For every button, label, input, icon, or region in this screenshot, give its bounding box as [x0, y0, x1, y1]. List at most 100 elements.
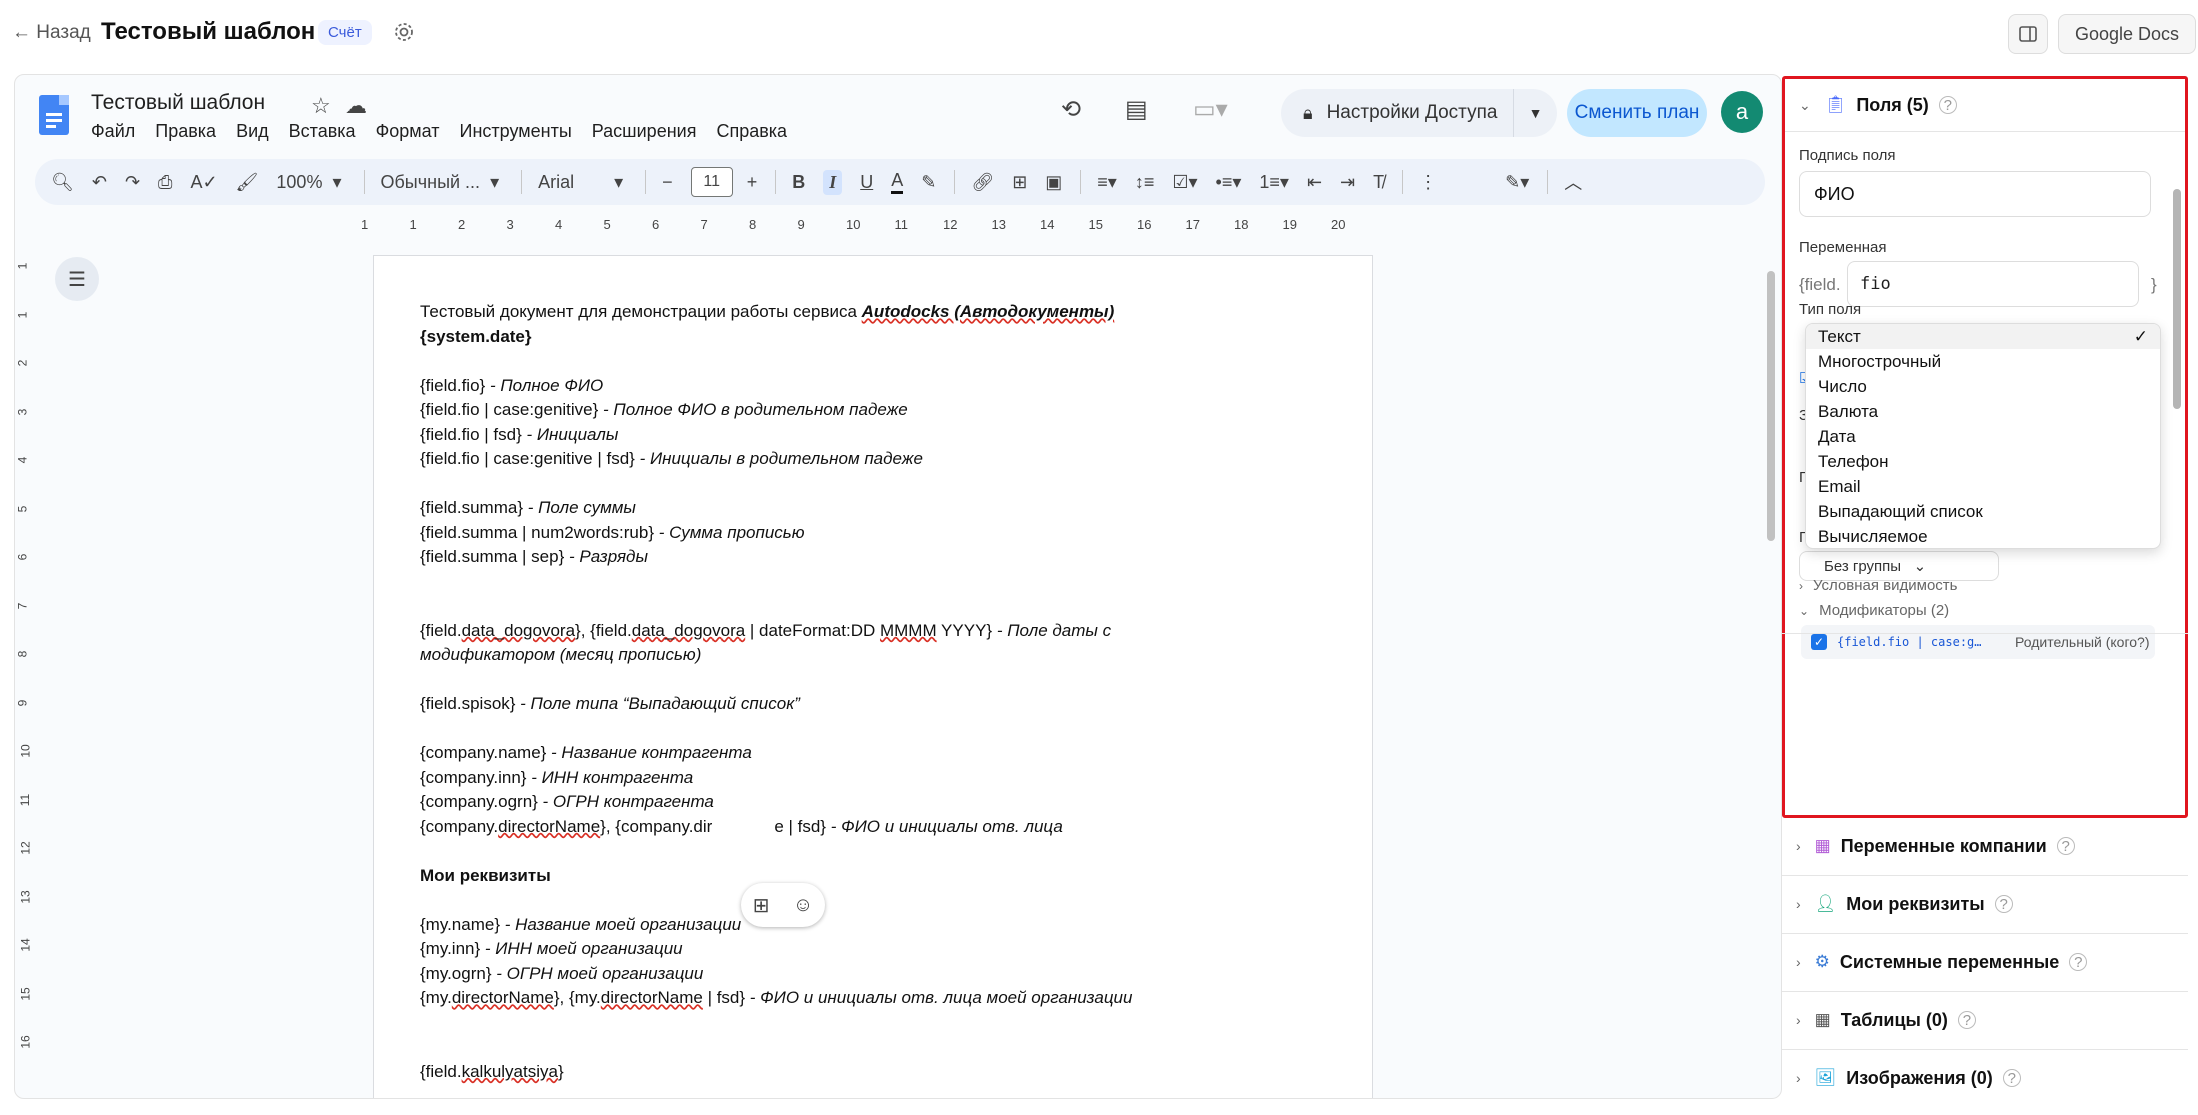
paint-format-icon[interactable]: 🖌︎ [236, 172, 259, 193]
ruler-tick: 7 [700, 217, 708, 232]
panel-scrollbar[interactable] [2173, 159, 2181, 799]
redo-icon[interactable]: ↷ [125, 172, 140, 193]
menu-edit[interactable]: Правка [155, 121, 216, 142]
print-icon[interactable]: ⎙ [158, 172, 172, 193]
spellcheck-icon[interactable]: A✓ [190, 172, 217, 193]
type-option-select[interactable]: Выпадающий список [1806, 499, 2160, 524]
link-icon[interactable]: 🔗︎ [971, 172, 994, 193]
collapse-toolbar-icon[interactable]: ︿ [1564, 169, 1582, 195]
bold-icon[interactable]: B [792, 172, 805, 193]
font-size-decrease[interactable]: − [662, 172, 673, 193]
avatar[interactable]: a [1721, 91, 1763, 133]
menu-tools[interactable]: Инструменты [460, 121, 572, 142]
font-select[interactable]: Arial ▾ [538, 172, 623, 193]
doc-line: {field.fio | fsd} - Инициалы [420, 424, 619, 444]
star-icon[interactable]: ☆ [311, 93, 331, 119]
doc-line: {my.directorName}, {my.directorName | fs… [420, 988, 1133, 1007]
type-option-text[interactable]: Текст ✓ [1806, 324, 2160, 349]
menu-extensions[interactable]: Расширения [592, 121, 697, 142]
doc-line: {company.ogrn} - ОГРН контрагента [420, 792, 714, 811]
ruler-tick: 2 [458, 217, 466, 232]
italic-icon[interactable]: I [823, 169, 843, 195]
chevron-down-icon[interactable]: ▼ [1513, 89, 1557, 137]
help-icon[interactable]: ? [1957, 1011, 1976, 1029]
numbered-list-icon[interactable]: 1≡▾ [1259, 172, 1289, 193]
variable-caption: Переменная [1799, 239, 1887, 256]
back-link[interactable]: ← Назад [12, 22, 91, 44]
type-option-phone[interactable]: Телефон [1806, 449, 2160, 474]
align-icon[interactable]: ≡▾ [1097, 172, 1117, 193]
meet-icon[interactable]: ▭▾ [1193, 95, 1228, 124]
tables-section[interactable]: › ▦ Таблицы (0)? [1782, 992, 2188, 1050]
search-icon[interactable]: 🔍︎ [51, 172, 74, 193]
emoji-icon[interactable]: ☺ [793, 894, 813, 917]
variable-input[interactable]: fio [1847, 261, 2139, 307]
building-icon: ▦ [1814, 836, 1831, 855]
line-spacing-icon[interactable]: ↕≡ [1135, 172, 1155, 193]
cloud-icon[interactable]: ☁ [345, 93, 367, 119]
image-icon[interactable]: ▣ [1045, 172, 1062, 193]
fields-section-header[interactable]: ⌄ 📋︎ Поля (5) ? [1799, 87, 1957, 123]
system-variables-section[interactable]: › ⚙ Системные переменные? [1782, 934, 2188, 992]
add-comment-icon[interactable]: ⊞ [753, 893, 770, 918]
google-docs-button[interactable]: Google Docs [2058, 14, 2197, 54]
help-icon[interactable]: ? [1994, 895, 2013, 913]
doc-line: {my.name} - Название моей организации [420, 914, 742, 934]
outline-icon[interactable]: ☰ [55, 257, 99, 301]
modifier-checkbox[interactable]: ✓ [1811, 634, 1827, 650]
undo-icon[interactable]: ↶ [92, 172, 107, 193]
my-details-section[interactable]: › 👤︎ Мои реквизиты? [1782, 876, 2188, 934]
type-option-number[interactable]: Число [1806, 374, 2160, 399]
indent-increase-icon[interactable]: ⇥ [1340, 172, 1355, 193]
menu-view[interactable]: Вид [236, 121, 269, 142]
images-section[interactable]: › 🖼︎ Изображения (0)? [1782, 1050, 2188, 1108]
menu-file[interactable]: Файл [91, 121, 135, 142]
highlight-icon[interactable]: ✎ [921, 172, 936, 193]
help-icon[interactable]: ? [2056, 837, 2075, 855]
panel-toggle-button[interactable] [2008, 14, 2048, 54]
indent-decrease-icon[interactable]: ⇤ [1307, 172, 1322, 193]
add-comment-icon[interactable]: ⊞ [1012, 172, 1027, 193]
more-icon[interactable]: ⋮ [1419, 172, 1437, 193]
type-option-multiline[interactable]: Многострочный [1806, 349, 2160, 374]
docs-menu-bar: Файл Правка Вид Вставка Формат Инструмен… [91, 121, 807, 142]
field-label-input[interactable]: ФИО [1799, 171, 2151, 217]
ruler-tick: 2 [15, 359, 30, 367]
gear-icon[interactable] [392, 20, 416, 44]
document-scrollbar[interactable] [1767, 241, 1777, 761]
help-icon[interactable]: ? [1938, 96, 1957, 114]
check-icon: ✓ [2133, 326, 2148, 346]
change-plan-button[interactable]: Сменить план [1567, 89, 1707, 137]
font-size-increase[interactable]: + [747, 172, 758, 193]
menu-help[interactable]: Справка [716, 121, 787, 142]
access-label: Настройки Доступа [1326, 102, 1498, 123]
style-select[interactable]: Обычный ... ▾ [381, 172, 500, 193]
edit-mode-icon[interactable]: ✎▾ [1505, 172, 1529, 193]
help-icon[interactable]: ? [2069, 953, 2088, 971]
comments-icon[interactable]: ▤ [1125, 95, 1148, 124]
type-option-date[interactable]: Дата [1806, 424, 2160, 449]
menu-format[interactable]: Формат [376, 121, 440, 142]
font-size-input[interactable]: 11 [690, 167, 733, 197]
clear-format-icon[interactable]: T̸ [1373, 172, 1384, 193]
type-option-computed[interactable]: Вычисляемое [1806, 524, 2160, 548]
type-option-currency[interactable]: Валюта [1806, 399, 2160, 424]
docs-document-name[interactable]: Тестовый шаблон [91, 91, 265, 115]
menu-insert[interactable]: Вставка [289, 121, 356, 142]
history-icon[interactable]: ⟲ [1061, 95, 1081, 124]
company-variables-section[interactable]: › ▦ Переменные компании? [1782, 818, 2188, 876]
bullet-list-icon[interactable]: •≡▾ [1216, 172, 1242, 193]
ruler-tick: 9 [15, 699, 30, 706]
checklist-icon[interactable]: ☑▾ [1172, 172, 1197, 193]
text-color-icon[interactable]: A [891, 170, 904, 194]
type-option-email[interactable]: Email [1806, 474, 2160, 499]
document-page[interactable]: Тестовый документ для демонстрации работ… [373, 255, 1373, 1098]
access-settings-button[interactable]: 🔒︎ Настройки Доступа ▼ [1281, 89, 1557, 137]
help-icon[interactable]: ? [2002, 1069, 2021, 1087]
ruler-tick: 14 [1040, 217, 1055, 232]
underline-icon[interactable]: U [860, 172, 873, 193]
modifier-code: {field.fio | case:g… [1837, 635, 1982, 649]
zoom-select[interactable]: 100% ▾ [276, 172, 341, 193]
document-body[interactable]: Тестовый документ для демонстрации работ… [420, 300, 1320, 1084]
ruler-tick: 15 [18, 986, 33, 1001]
